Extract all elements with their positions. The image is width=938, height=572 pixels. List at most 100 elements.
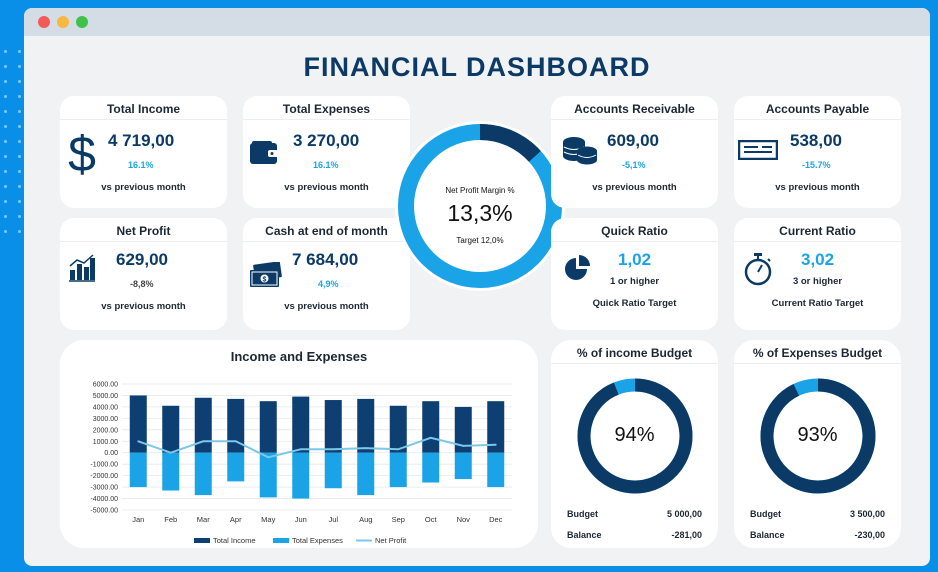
- card-divider: [243, 241, 410, 242]
- net-profit-point: [137, 440, 140, 443]
- card-title: Accounts Receivable: [574, 102, 695, 116]
- maximize-window-button[interactable]: [76, 16, 88, 28]
- decorative-dot: [18, 155, 21, 158]
- expense-bar: [194, 452, 212, 496]
- income-bar: [162, 405, 180, 453]
- balance-value: -230,00: [854, 530, 885, 540]
- close-window-button[interactable]: [38, 16, 50, 28]
- decorative-dot: [4, 215, 7, 218]
- kpi-note: 1 or higher: [609, 276, 660, 287]
- legend-swatch: [194, 538, 210, 543]
- card-title: Cash at end of month: [265, 224, 388, 238]
- dollar-icon: $: [68, 126, 96, 185]
- net-profit-point: [169, 451, 172, 454]
- kpi-value: 7 684,00: [292, 250, 359, 269]
- x-tick-label: Mar: [197, 515, 210, 524]
- kpi-target: Quick Ratio Target: [592, 298, 677, 309]
- net-profit-point: [332, 448, 335, 451]
- decorative-dot: [4, 140, 7, 143]
- decorative-dot: [4, 50, 7, 53]
- accounts-payable-card: Accounts Payable 538,00 -15.7% vs previo…: [734, 96, 901, 208]
- minimize-window-button[interactable]: [57, 16, 69, 28]
- x-tick-label: Aug: [359, 515, 372, 524]
- expense-bar: [454, 452, 472, 480]
- income-bar: [324, 400, 342, 453]
- card-divider: [60, 241, 227, 242]
- kpi-note: vs previous month: [284, 182, 369, 193]
- svg-text:$: $: [68, 126, 96, 180]
- balance-label: Balance: [567, 530, 602, 540]
- x-tick-label: Oct: [425, 515, 438, 524]
- x-tick-label: Jul: [328, 515, 338, 524]
- income-expenses-chart-card: Income and Expenses 6000.00 5000.00 4000.0…: [60, 340, 538, 548]
- expense-bar: [324, 452, 342, 489]
- kpi-change: 16.1%: [128, 160, 154, 170]
- card-title: Accounts Payable: [765, 102, 870, 116]
- income-expenses-chart: 6000.00 5000.00 4000.00 3000.00 2000.00 1000.…: [90, 382, 512, 545]
- accounts-receivable-card: Accounts Receivable 609,00 -5,1% vs prev…: [551, 96, 718, 208]
- decorative-dot: [18, 215, 21, 218]
- card-title: Current Ratio: [779, 224, 856, 238]
- decorative-dot: [18, 50, 21, 53]
- expense-bar: [487, 452, 505, 488]
- decorative-dot: [18, 80, 21, 83]
- y-tick-label: 1000.00: [93, 439, 118, 446]
- margin-target: Target 12,0%: [456, 236, 504, 245]
- card-divider: [60, 119, 227, 120]
- net-profit-card: Net Profit 629,00 -8,8% vs previous mont…: [60, 218, 227, 330]
- y-tick-label: 0.00: [104, 450, 118, 457]
- y-tick-label: -4000.00: [90, 496, 118, 503]
- bar-chart-icon: [68, 254, 96, 287]
- kpi-note: vs previous month: [775, 182, 860, 193]
- decorative-dot: [4, 110, 7, 113]
- net-profit-line: [137, 436, 496, 459]
- net-profit-point: [364, 447, 367, 450]
- income-bar: [357, 398, 375, 453]
- kpi-change: -8,8%: [130, 279, 154, 289]
- income-bar: [389, 405, 407, 453]
- decorative-dot: [4, 230, 7, 233]
- income-budget-card: % of income Budget 94% Budget 5 000,00 B…: [551, 340, 718, 548]
- x-tick-label: Sep: [392, 515, 405, 524]
- current-ratio-card: Current Ratio 3,02 3 or higher Current R…: [734, 218, 901, 330]
- legend-label: Total Expenses: [292, 536, 343, 545]
- y-tick-label: 5000.00: [93, 393, 118, 400]
- budget-label: Budget: [567, 509, 598, 519]
- y-tick-label: -3000.00: [90, 485, 118, 492]
- budget-label: Budget: [750, 509, 781, 519]
- kpi-note: 3 or higher: [792, 276, 843, 287]
- decorative-dot: [18, 170, 21, 173]
- card-divider: [551, 241, 718, 242]
- net-profit-point: [397, 448, 400, 451]
- card-title: Total Expenses: [282, 102, 371, 116]
- decorative-dot: [18, 200, 21, 203]
- kpi-change: -5,1%: [622, 160, 646, 170]
- expense-bar: [389, 452, 407, 488]
- expense-bar: [259, 452, 277, 498]
- x-tick-label: Dec: [489, 515, 503, 524]
- budget-percent: 94%: [614, 424, 655, 446]
- y-tick-label: -5000.00: [90, 508, 118, 515]
- expense-bar: [227, 452, 245, 482]
- kpi-value: 4 719,00: [108, 131, 175, 150]
- card-title: Total Income: [106, 102, 181, 116]
- quick-ratio-card: Quick Ratio 1,02 1 or higher Quick Ratio…: [551, 218, 718, 330]
- expense-bar: [129, 452, 147, 488]
- wallet-icon: [249, 140, 279, 171]
- y-tick-label: -1000.00: [90, 462, 118, 469]
- decorative-dot: [4, 185, 7, 188]
- decorative-dot: [18, 95, 21, 98]
- money-icon: $: [249, 261, 283, 293]
- balance-label: Balance: [750, 530, 785, 540]
- balance-value: -281,00: [671, 530, 702, 540]
- page-title: FINANCIAL DASHBOARD: [303, 52, 651, 82]
- card-divider: [243, 119, 410, 120]
- decorative-dots: [0, 50, 24, 250]
- y-tick-label: 6000.00: [93, 382, 118, 389]
- check-icon: [737, 139, 779, 165]
- margin-label: Net Profit Margin %: [445, 186, 515, 195]
- total-expenses-card: Total Expenses 3 270,00 16.1% vs previou…: [243, 96, 410, 208]
- expense-bar: [162, 452, 180, 491]
- window-titlebar: [24, 8, 930, 36]
- legend-label: Net Profit: [375, 536, 407, 545]
